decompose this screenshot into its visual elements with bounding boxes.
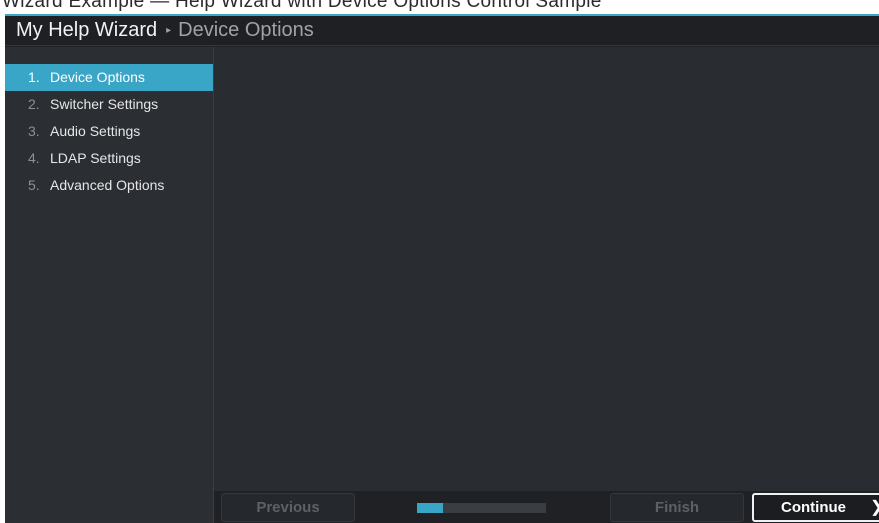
step-content-area	[214, 47, 879, 491]
step-number: 1.	[28, 69, 40, 85]
previous-button[interactable]: Previous	[221, 493, 355, 522]
step-label: LDAP Settings	[50, 150, 141, 166]
step-number: 2.	[28, 96, 40, 112]
wizard-title: My Help Wizard	[16, 19, 158, 41]
wizard-window: My Help Wizard ▸ Device Options 1. Device…	[5, 14, 879, 523]
step-number: 5.	[28, 177, 40, 193]
step-number: 3.	[28, 123, 40, 139]
chevron-right-icon: ❯	[870, 495, 879, 520]
current-step-title: Device Options	[178, 19, 314, 41]
step-label: Advanced Options	[50, 177, 165, 193]
step-advanced-options[interactable]: 5. Advanced Options	[5, 172, 213, 199]
continue-button[interactable]: Continue ❯	[752, 493, 879, 522]
step-audio-settings[interactable]: 3. Audio Settings	[5, 118, 213, 145]
wizard-step-list: 1. Device Options 2. Switcher Settings 3. A…	[5, 47, 214, 523]
step-ldap-settings[interactable]: 4. LDAP Settings	[5, 145, 213, 172]
step-label: Device Options	[50, 69, 145, 85]
chevron-right-icon: ▸	[166, 25, 172, 36]
step-label: Switcher Settings	[50, 96, 159, 112]
step-device-options[interactable]: 1. Device Options	[5, 64, 213, 91]
wizard-title-bar: My Help Wizard ▸ Device Options	[5, 16, 879, 46]
step-number: 4.	[28, 150, 40, 166]
finish-button[interactable]: Finish	[610, 493, 744, 522]
wizard-footer: Previous Finish Continue ❯	[214, 491, 879, 523]
step-label: Audio Settings	[50, 123, 141, 139]
step-switcher-settings[interactable]: 2. Switcher Settings	[5, 91, 213, 118]
wizard-progress-bar	[417, 503, 546, 513]
continue-label: Continue	[781, 499, 846, 516]
background-page-text: Wizard Example — Help Wizard with Device…	[2, 0, 602, 12]
wizard-progress-fill	[417, 503, 443, 513]
